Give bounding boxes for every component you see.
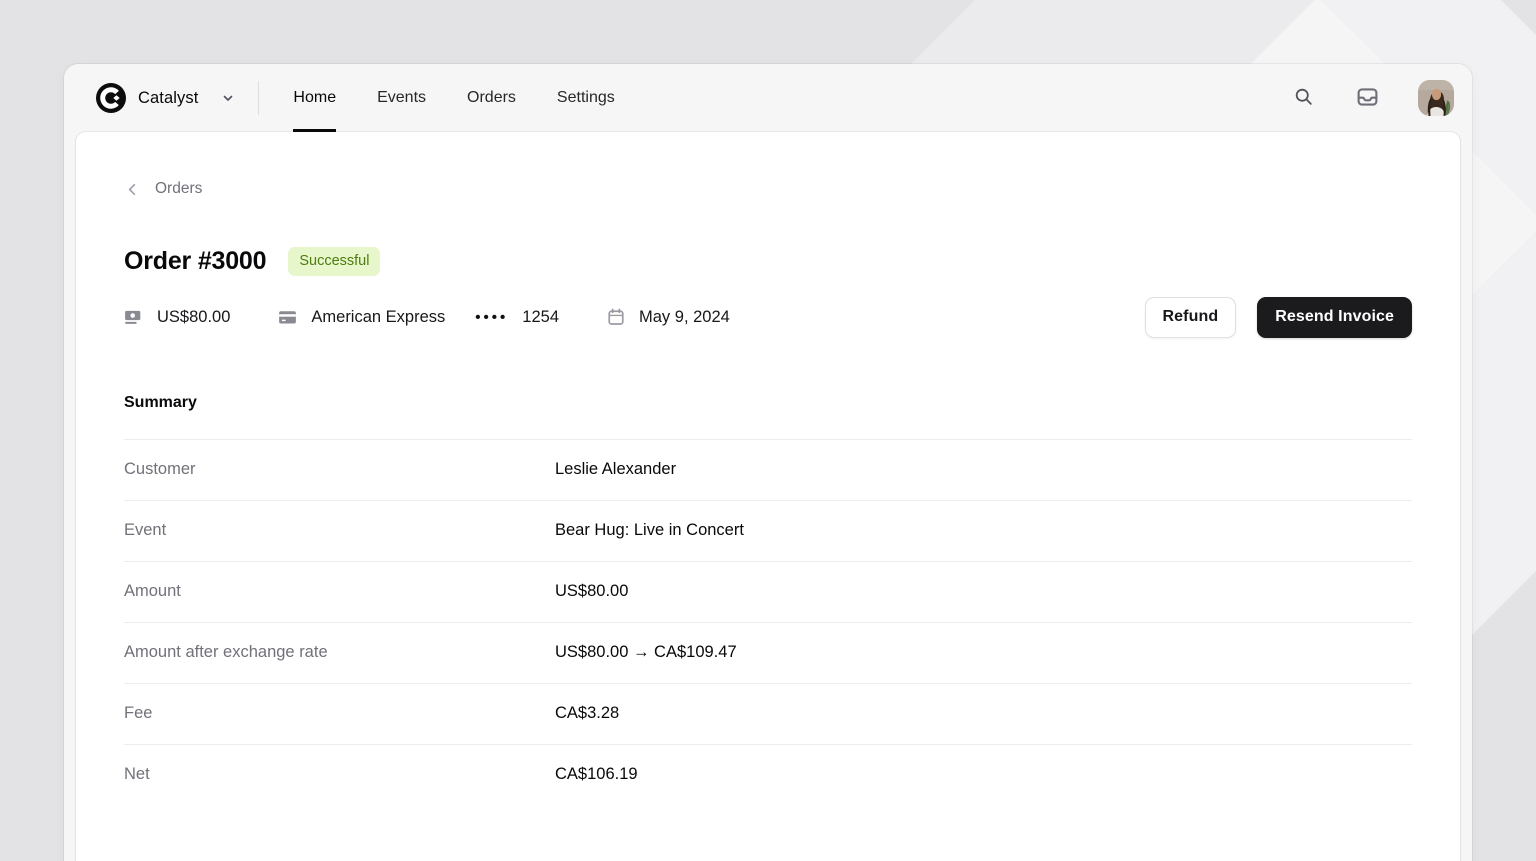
catalyst-logo-icon (96, 83, 126, 113)
summary-heading: Summary (124, 393, 197, 411)
summary-row-label: Customer (124, 460, 196, 479)
order-amount: US$80.00 (124, 308, 230, 327)
order-actions: Refund Resend Invoice (1144, 296, 1412, 338)
summary-row-value: US$80.00 → CA$109.47 (555, 643, 737, 662)
summary-row-value: Leslie Alexander (555, 460, 677, 479)
summary-row-value: US$80.00 (555, 582, 629, 601)
summary-row-label: Fee (124, 704, 153, 723)
summary-row-value: CA$106.19 (555, 765, 638, 784)
chevron-down-icon (220, 90, 236, 106)
nav-item-home[interactable]: Home (293, 64, 336, 132)
top-navbar: Catalyst Home Events Orders Settings (64, 64, 1472, 132)
order-meta: US$80.00 American Express •••• 1254 May … (124, 308, 730, 327)
card-masked-digits: •••• (475, 308, 509, 326)
summary-row: Fee CA$3.28 (124, 682, 1412, 744)
user-avatar[interactable] (1418, 80, 1454, 116)
breadcrumb-label: Orders (155, 180, 203, 197)
summary-row-label: Amount after exchange rate (124, 643, 328, 662)
summary-row: Amount US$80.00 (124, 560, 1412, 622)
summary-table: Customer Leslie Alexander Event Bear Hug… (124, 438, 1412, 805)
inbox-button[interactable] (1350, 81, 1384, 115)
summary-row-label: Event (124, 521, 167, 540)
card-brand: American Express (311, 307, 446, 326)
workspace-switcher[interactable]: Catalyst (96, 83, 236, 113)
summary-row: Event Bear Hug: Live in Concert (124, 499, 1412, 561)
inbox-icon (1356, 87, 1379, 110)
credit-card-icon (278, 309, 297, 326)
nav-item-events[interactable]: Events (377, 64, 426, 132)
summary-row: Net CA$106.19 (124, 743, 1412, 805)
search-button[interactable] (1286, 81, 1320, 115)
card-last4: 1254 (522, 307, 560, 326)
summary-row: Customer Leslie Alexander (124, 438, 1412, 500)
summary-row-label: Amount (124, 582, 181, 601)
main-panel: Orders Order #3000 Successful US$80.00 A… (76, 132, 1460, 861)
summary-row-value: CA$3.28 (555, 704, 620, 723)
header-divider (258, 81, 260, 115)
header-actions (1286, 80, 1454, 116)
calendar-icon (607, 308, 625, 326)
resend-invoice-button[interactable]: Resend Invoice (1257, 296, 1412, 338)
chevron-left-icon (124, 181, 141, 198)
avatar-image (1418, 80, 1454, 116)
app-window: Catalyst Home Events Orders Settings Ord… (64, 64, 1472, 861)
order-payment-method: American Express •••• 1254 (278, 308, 559, 327)
order-title-row: Order #3000 Successful (124, 246, 1412, 276)
search-icon (1293, 86, 1314, 110)
workspace-name: Catalyst (138, 88, 199, 107)
refund-button[interactable]: Refund (1144, 296, 1237, 338)
primary-nav: Home Events Orders Settings (293, 64, 615, 132)
banknotes-icon (124, 309, 143, 326)
status-badge: Successful (288, 246, 381, 276)
summary-row: Amount after exchange rate US$80.00 → CA… (124, 621, 1412, 683)
order-date: May 9, 2024 (607, 308, 730, 327)
nav-item-orders[interactable]: Orders (467, 64, 516, 132)
summary-row-label: Net (124, 765, 150, 784)
summary-row-value: Bear Hug: Live in Concert (555, 521, 744, 540)
nav-item-settings[interactable]: Settings (557, 64, 615, 132)
page-title: Order #3000 (124, 246, 267, 275)
breadcrumb-back-link[interactable]: Orders (124, 180, 202, 198)
order-meta-row: US$80.00 American Express •••• 1254 May … (124, 296, 1412, 338)
